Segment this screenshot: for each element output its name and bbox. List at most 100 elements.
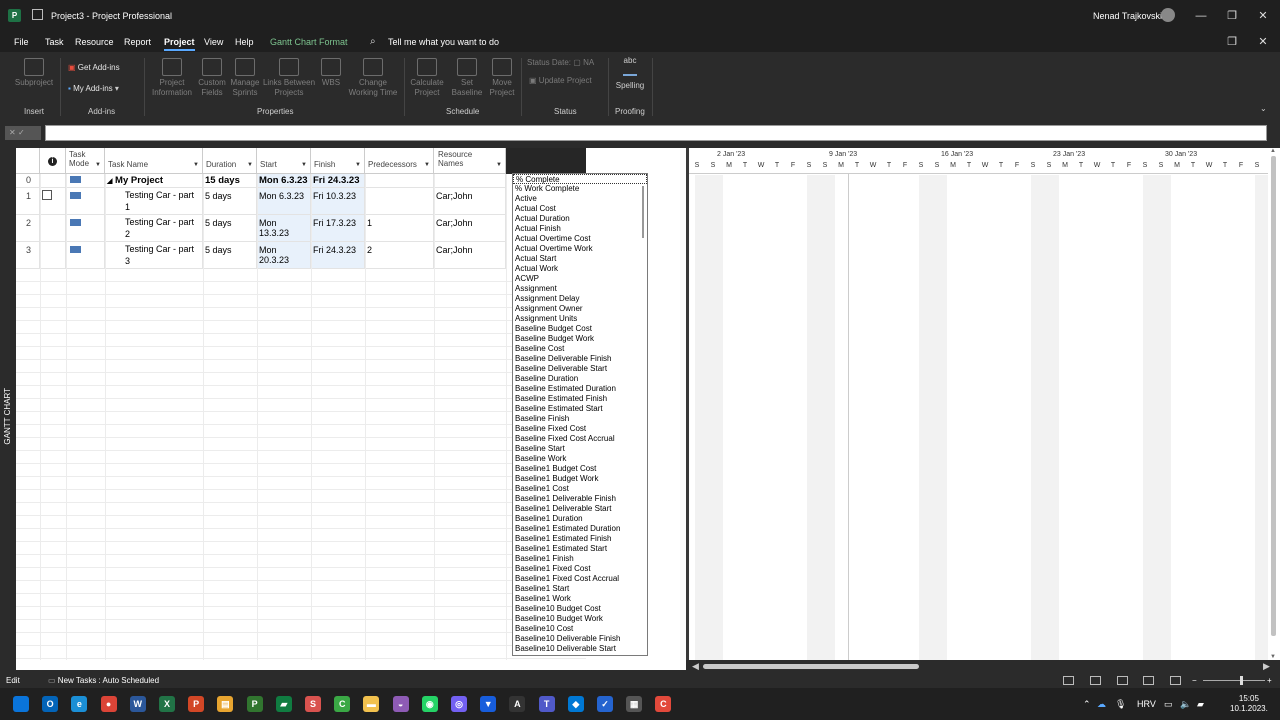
- field-option[interactable]: Baseline1 Estimated Duration: [513, 524, 647, 534]
- move-project-button[interactable]: Move Project: [487, 58, 517, 98]
- change-working-time-button[interactable]: Change Working Time: [346, 58, 400, 98]
- empty-row[interactable]: [16, 646, 586, 659]
- info-column-header[interactable]: i: [40, 148, 66, 174]
- field-option[interactable]: Actual Overtime Work: [513, 244, 647, 254]
- word-icon[interactable]: W: [129, 696, 146, 712]
- teams-icon[interactable]: T: [538, 696, 555, 712]
- finish-cell[interactable]: Fri 24.3.23: [311, 242, 365, 269]
- start-column-header[interactable]: Start ▼: [257, 148, 311, 174]
- duration-cell[interactable]: 5 days: [203, 215, 257, 242]
- project-icon[interactable]: P: [246, 696, 263, 712]
- field-option[interactable]: Baseline1 Cost: [513, 484, 647, 494]
- field-option[interactable]: Baseline Budget Cost: [513, 324, 647, 334]
- field-option[interactable]: Baseline1 Budget Cost: [513, 464, 647, 474]
- a-app-icon[interactable]: A: [509, 696, 526, 712]
- save-icon[interactable]: [32, 9, 43, 20]
- empty-row[interactable]: [16, 451, 586, 464]
- field-option[interactable]: Baseline1 Fixed Cost: [513, 564, 647, 574]
- onedrive-icon[interactable]: ☁: [1097, 699, 1106, 710]
- empty-row[interactable]: [16, 516, 586, 529]
- gantt-scroll-thumb[interactable]: [703, 664, 919, 669]
- finish-column-header[interactable]: Finish ▼: [311, 148, 365, 174]
- resource-names-cell[interactable]: Car;John: [434, 188, 506, 215]
- field-option[interactable]: Baseline Estimated Duration: [513, 384, 647, 394]
- field-option[interactable]: % Complete: [513, 174, 647, 184]
- empty-row[interactable]: [16, 542, 586, 555]
- field-option[interactable]: Baseline Estimated Finish: [513, 394, 647, 404]
- start-cell[interactable]: Mon 13.3.23: [257, 215, 311, 242]
- edge-icon[interactable]: e: [71, 696, 88, 712]
- battery-icon[interactable]: ▰: [1197, 699, 1204, 710]
- restore-button[interactable]: ❐: [1222, 7, 1242, 25]
- outlook-icon[interactable]: O: [42, 696, 59, 712]
- windows-start-icon[interactable]: [13, 696, 29, 712]
- select-all-corner[interactable]: [16, 148, 40, 174]
- empty-row[interactable]: [16, 490, 586, 503]
- set-baseline-button[interactable]: Set Baseline: [448, 58, 486, 98]
- new-tasks-status[interactable]: ▭ New Tasks : Auto Scheduled: [48, 676, 159, 685]
- start-cell[interactable]: Mon 6.3.23: [257, 188, 311, 215]
- empty-row[interactable]: [16, 438, 586, 451]
- field-option[interactable]: Assignment: [513, 284, 647, 294]
- field-option[interactable]: Baseline1 Work: [513, 594, 647, 604]
- tab-file[interactable]: File: [14, 37, 29, 47]
- field-option[interactable]: Baseline10 Budget Work: [513, 614, 647, 624]
- predecessors-cell[interactable]: 2: [365, 242, 434, 269]
- vertical-scroll-thumb[interactable]: [1271, 156, 1276, 636]
- finish-cell[interactable]: Fri 17.3.23: [311, 215, 365, 242]
- empty-row[interactable]: [16, 360, 586, 373]
- sheet-scroll-track[interactable]: [16, 660, 686, 670]
- duration-column-header[interactable]: Duration ▼: [203, 148, 257, 174]
- empty-row[interactable]: [16, 347, 586, 360]
- empty-row[interactable]: [16, 399, 586, 412]
- bitwarden-icon[interactable]: ▼: [480, 696, 497, 712]
- predecessors-cell[interactable]: [365, 188, 434, 215]
- field-option[interactable]: Baseline Fixed Cost: [513, 424, 647, 434]
- field-option[interactable]: Baseline Cost: [513, 344, 647, 354]
- field-option[interactable]: Active: [513, 194, 647, 204]
- empty-row[interactable]: [16, 295, 586, 308]
- microphone-icon[interactable]: 🎙: [1115, 699, 1126, 710]
- empty-row[interactable]: [16, 581, 586, 594]
- field-option[interactable]: ACWP: [513, 274, 647, 284]
- avatar[interactable]: [1161, 8, 1175, 22]
- start-cell[interactable]: Mon 20.3.23: [257, 242, 311, 269]
- todo-icon[interactable]: ✓: [597, 696, 613, 712]
- ribbon-restore-button[interactable]: ❐: [1222, 33, 1242, 51]
- search-icon[interactable]: ⌕: [370, 36, 376, 47]
- empty-row[interactable]: [16, 321, 586, 334]
- field-name-dropdown[interactable]: % Complete% Work Complete Active Actual Co…: [512, 173, 648, 656]
- predecessors-column-header[interactable]: Predecessors ▼: [365, 148, 434, 174]
- entry-buttons[interactable]: ✕ ✓: [5, 126, 41, 140]
- dropdown-arrow-icon[interactable]: ▼: [95, 162, 101, 168]
- field-option[interactable]: Baseline Duration: [513, 374, 647, 384]
- predecessors-cell[interactable]: [365, 174, 434, 188]
- field-option[interactable]: Baseline1 Start: [513, 584, 647, 594]
- network-icon[interactable]: ▭: [1164, 699, 1173, 710]
- field-option[interactable]: Assignment Owner: [513, 304, 647, 314]
- sheet-horizontal-scrollbar[interactable]: [0, 660, 689, 674]
- predecessors-cell[interactable]: 1: [365, 215, 434, 242]
- field-option[interactable]: Baseline1 Fixed Cost Accrual: [513, 574, 647, 584]
- table-row[interactable]: 3 Testing Car - part 3 5 days Mon 20.3.23…: [16, 242, 586, 269]
- update-project-button[interactable]: ▣ Update Project: [529, 76, 592, 85]
- zoom-slider[interactable]: [1203, 680, 1265, 681]
- system-clock[interactable]: 15:05 10.1.2023.: [1230, 694, 1268, 714]
- field-option[interactable]: Baseline10 Deliverable Finish: [513, 634, 647, 644]
- table-row[interactable]: 0 ◢ My Project 15 days Mon 6.3.23 Fri 24…: [16, 174, 586, 188]
- empty-row[interactable]: [16, 529, 586, 542]
- field-option[interactable]: Baseline1 Budget Work: [513, 474, 647, 484]
- empty-row[interactable]: [16, 269, 586, 282]
- tab-project[interactable]: Project: [164, 37, 195, 51]
- field-option[interactable]: Baseline Start: [513, 444, 647, 454]
- field-option[interactable]: Baseline Estimated Start: [513, 404, 647, 414]
- entry-input[interactable]: [45, 125, 1267, 141]
- tab-resource[interactable]: Resource: [75, 37, 114, 47]
- duration-cell[interactable]: 5 days: [203, 188, 257, 215]
- empty-row[interactable]: [16, 633, 586, 646]
- tab-help[interactable]: Help: [235, 37, 254, 47]
- resource-names-column-header[interactable]: Resource Names ▼: [434, 148, 506, 174]
- dropdown-arrow-icon[interactable]: ▼: [355, 162, 361, 168]
- tab-view[interactable]: View: [204, 37, 223, 47]
- field-option[interactable]: Baseline1 Estimated Finish: [513, 534, 647, 544]
